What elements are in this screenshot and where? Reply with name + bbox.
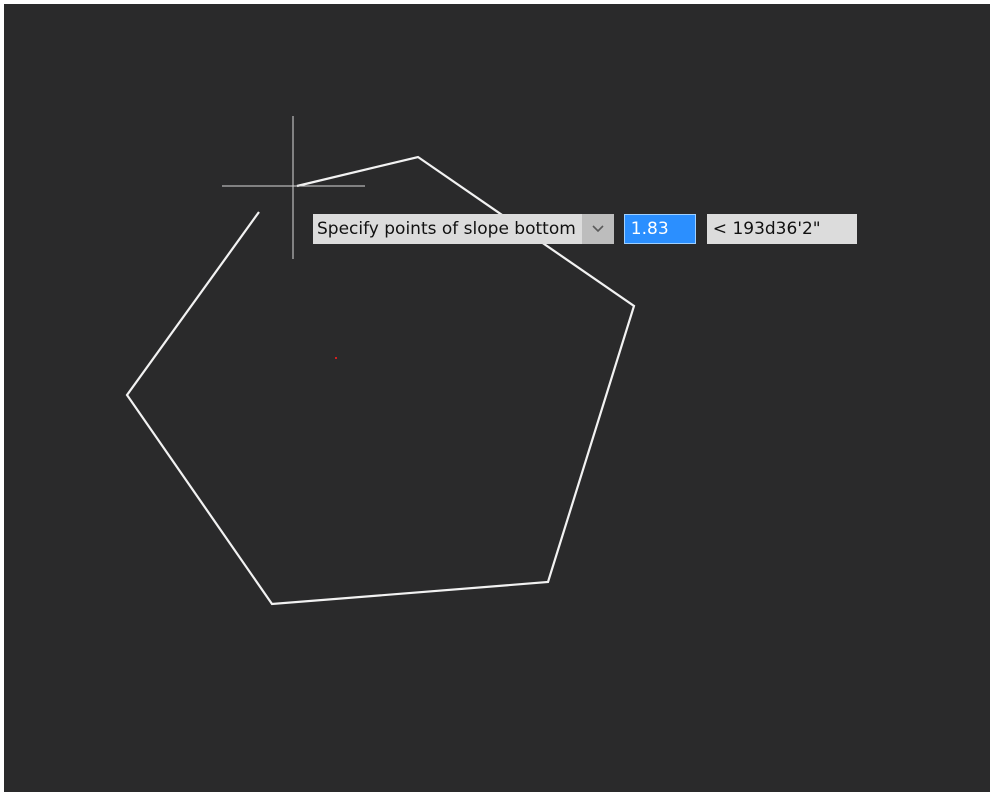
drawing-canvas[interactable] (4, 4, 990, 792)
length-input-field[interactable]: 1.83 (623, 214, 696, 244)
angle-input-field[interactable]: < 193d36'2" (706, 214, 857, 244)
options-dropdown-button[interactable] (581, 214, 614, 244)
window-frame: Specify points of slope bottom 1.83 < 19… (0, 0, 992, 796)
drawing-viewport[interactable]: Specify points of slope bottom 1.83 < 19… (4, 4, 990, 792)
chevron-down-icon (592, 225, 604, 233)
dynamic-input-tooltip: Specify points of slope bottom 1.83 < 19… (313, 214, 857, 244)
center-mark (335, 357, 337, 359)
command-prompt-label: Specify points of slope bottom (313, 214, 582, 244)
